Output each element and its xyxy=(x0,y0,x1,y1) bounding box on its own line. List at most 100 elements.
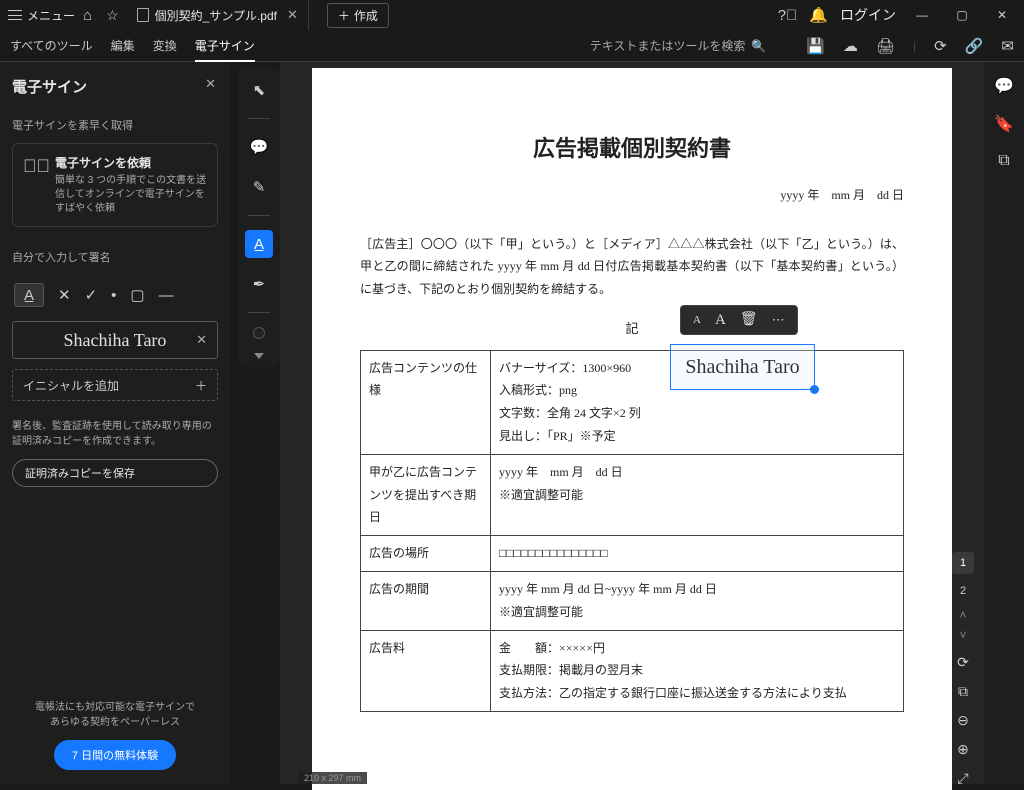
fill-tools-row: A̲ ✕ ✓ • ▢ — xyxy=(14,283,216,307)
table-cell: □□□□□□□□□□□□□□□ xyxy=(491,536,904,572)
panel-title: 電子サイン xyxy=(12,76,218,97)
x-mark-tool[interactable]: ✕ xyxy=(58,286,71,304)
comment-tool[interactable]: 💬 xyxy=(245,133,273,161)
promo-message: 電帳法にも対応可能な電子サインで あらゆる契約をペーパーレス xyxy=(12,700,218,730)
table-cell: 広告の期間 xyxy=(361,572,491,631)
table-cell: 広告料 xyxy=(361,630,491,711)
table-cell: 甲が乙に広告コンテンツを提出すべき期日 xyxy=(361,454,491,535)
rotate-icon[interactable]: ⟳ xyxy=(957,654,969,671)
request-signature-desc: 簡単な 3 つの手順でこの文書を送信してオンラインで電子サインをすばやく依頼 xyxy=(55,174,207,216)
right-rail: 💬 🔖 ⧉ xyxy=(984,62,1024,784)
delete-signature-button[interactable]: 🗑 xyxy=(740,307,758,334)
tab-edit[interactable]: 編集 xyxy=(111,37,135,54)
chat-icon[interactable]: 💬 xyxy=(994,76,1014,96)
increase-size-button[interactable]: A xyxy=(715,306,726,335)
free-trial-button[interactable]: 7 日間の無料体験 xyxy=(54,740,176,770)
line-tool[interactable]: — xyxy=(159,287,174,304)
status-page-size: 210 x 297 mm xyxy=(298,772,367,784)
fill-sign-tool[interactable]: A̲ xyxy=(245,230,273,258)
plus-icon: ＋ xyxy=(195,377,207,394)
page-1-button[interactable]: 1 xyxy=(952,552,974,574)
zoom-out-icon[interactable]: ⊖ xyxy=(957,712,969,729)
share-icon[interactable]: ⟳ xyxy=(934,37,947,55)
highlight-tool[interactable]: ✎ xyxy=(245,173,273,201)
home-icon[interactable]: ⌂ xyxy=(83,7,92,24)
cloud-upload-icon[interactable]: ☁ xyxy=(843,37,858,55)
check-mark-tool[interactable]: ✓ xyxy=(85,286,98,304)
bookmark-icon[interactable]: 🔖 xyxy=(994,114,1014,134)
print-icon[interactable]: 🖨 xyxy=(876,37,895,55)
quick-get-label: 電子サインを素早く取得 xyxy=(12,117,218,133)
quick-toolbar: ⬉ 💬 ✎ A̲ ✒ xyxy=(238,68,280,367)
table-cell: yyyy 年 mm 月 dd 日~yyyy 年 mm 月 dd 日 ※適宜調整可… xyxy=(491,572,904,631)
pdf-page: 広告掲載個別契約書 yyyy 年 mm 月 dd 日 ［広告主］〇〇〇（以下「甲… xyxy=(312,68,952,790)
add-initials-button[interactable]: イニシャルを追加 ＋ xyxy=(12,369,218,401)
table-cell: 金 額：×××××円 支払期限：掲載月の翌月末 支払方法：乙の指定する銀行口座に… xyxy=(491,630,904,711)
table-cell: 広告の場所 xyxy=(361,536,491,572)
clear-signature-icon[interactable]: ✕ xyxy=(196,332,207,348)
fit-screen-icon[interactable]: ⤢ xyxy=(957,770,968,787)
menu-button[interactable]: メニュー xyxy=(8,7,75,24)
signature-toolbar: A A 🗑 ⋯ xyxy=(680,305,798,335)
decrease-size-button[interactable]: A xyxy=(693,310,701,331)
login-button[interactable]: ログイン xyxy=(840,5,896,25)
star-icon[interactable]: ☆ xyxy=(106,7,119,24)
rect-tool[interactable]: ▢ xyxy=(130,286,144,304)
doc-ki: 記 xyxy=(360,317,904,342)
sign-tool[interactable]: ✒ xyxy=(245,270,273,298)
close-tab-icon[interactable]: ✕ xyxy=(287,7,298,23)
document-canvas[interactable]: 広告掲載個別契約書 yyyy 年 mm 月 dd 日 ［広告主］〇〇〇（以下「甲… xyxy=(280,62,984,784)
more-icon[interactable]: ⋯ xyxy=(772,308,785,333)
signature-name: Shachiha Taro xyxy=(64,330,167,351)
page-2-button[interactable]: 2 xyxy=(952,580,974,602)
doc-title: 広告掲載個別契約書 xyxy=(360,128,904,170)
hamburger-icon xyxy=(8,10,22,20)
plus-icon: ＋ xyxy=(338,7,350,24)
selection-tool[interactable]: ⬉ xyxy=(245,76,273,104)
copy-icon[interactable]: ⧉ xyxy=(998,152,1009,170)
save-icon[interactable]: 💾 xyxy=(806,37,825,55)
document-tab[interactable]: 個別契約_サンプル.pdf ✕ xyxy=(127,0,309,30)
create-button[interactable]: ＋ 作成 xyxy=(327,3,389,28)
page-down-icon[interactable]: ˅ xyxy=(959,628,966,642)
page-navigation: 1 2 ˄ ˅ ⟳ ⧉ ⊖ ⊕ ⤢ xyxy=(950,552,976,787)
resize-handle[interactable] xyxy=(810,385,819,394)
page-up-icon[interactable]: ˄ xyxy=(959,608,966,622)
create-label: 作成 xyxy=(354,7,378,24)
bell-icon[interactable]: 🔔 xyxy=(809,6,828,24)
mail-icon[interactable]: ✉ xyxy=(1001,37,1014,55)
tab-convert[interactable]: 変換 xyxy=(153,37,177,54)
zoom-in-icon[interactable]: ⊕ xyxy=(957,741,969,758)
link-icon[interactable]: 🔗 xyxy=(965,37,984,55)
text-field-tool[interactable]: A̲ xyxy=(14,283,44,307)
page-layout-icon[interactable]: ⧉ xyxy=(958,683,968,700)
request-signature-card[interactable]: ✎⃝ 電子サインを依頼 簡単な 3 つの手順でこの文書を送信してオンラインで電子… xyxy=(12,143,218,227)
close-panel-icon[interactable]: ✕ xyxy=(205,76,216,92)
search-icon[interactable]: 🔍 xyxy=(751,39,766,53)
document-icon xyxy=(137,8,149,22)
tab-title: 個別契約_サンプル.pdf xyxy=(155,7,277,24)
request-signature-icon: ✎⃝ xyxy=(23,156,45,216)
doc-date: yyyy 年 mm 月 dd 日 xyxy=(360,184,904,207)
doc-paragraph: ［広告主］〇〇〇（以下「甲」という。）と［メディア］△△△株式会社（以下「乙」と… xyxy=(360,233,904,301)
dot-tool[interactable]: • xyxy=(111,287,116,304)
maximize-button[interactable]: ▢ xyxy=(948,8,976,22)
table-cell: yyyy 年 mm 月 dd 日 ※適宜調整可能 xyxy=(491,454,904,535)
expand-toolbar-icon[interactable] xyxy=(254,353,264,359)
signature-box[interactable]: Shachiha Taro ✕ xyxy=(12,321,218,359)
self-sign-label: 自分で入力して署名 xyxy=(12,249,218,265)
placed-signature[interactable]: Shachiha Taro xyxy=(670,344,815,390)
doc-table: 広告コンテンツの仕様バナーサイズ：1300×960 入稿形式：png 文字数：全… xyxy=(360,350,904,712)
esign-panel: ✕ 電子サイン 電子サインを素早く取得 ✎⃝ 電子サインを依頼 簡単な 3 つの… xyxy=(0,62,230,784)
tab-esign[interactable]: 電子サイン xyxy=(195,37,255,62)
placed-signature-text: Shachiha Taro xyxy=(685,348,799,386)
color-picker[interactable] xyxy=(253,327,265,339)
search-placeholder[interactable]: テキストまたはツールを検索 xyxy=(590,37,746,54)
minimize-button[interactable]: — xyxy=(908,8,936,22)
request-signature-title: 電子サインを依頼 xyxy=(55,154,207,171)
save-certified-copy-button[interactable]: 証明済みコピーを保存 xyxy=(12,459,218,487)
close-button[interactable]: ✕ xyxy=(988,8,1016,22)
tab-all-tools[interactable]: すべてのツール xyxy=(10,37,93,54)
help-icon[interactable]: ?⃝ xyxy=(778,7,798,24)
table-cell: 広告コンテンツの仕様 xyxy=(361,350,491,454)
